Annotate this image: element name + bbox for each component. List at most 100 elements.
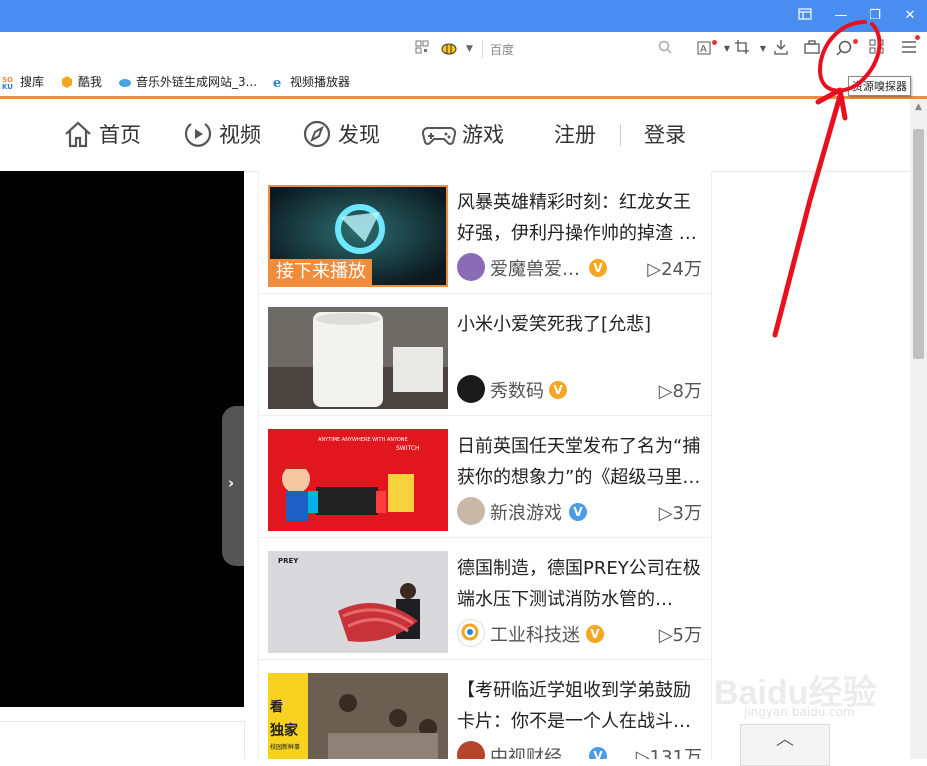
avatar[interactable]: [457, 741, 485, 759]
list-item[interactable]: 小米小爱笑死我了[允悲] 秀数码 V ▷8万: [259, 293, 711, 416]
baidu-jingyan-watermark: Baidu经验 jingyan.baidu.com: [714, 665, 904, 725]
page-scrollbar[interactable]: ▲: [910, 99, 927, 759]
bookmark-label: 搜库: [20, 75, 45, 89]
avatar[interactable]: [457, 619, 485, 647]
video-author[interactable]: 中视财经 V ▷131万: [457, 741, 702, 759]
author-name[interactable]: 新浪游戏: [490, 499, 562, 525]
bookmark-music-link[interactable]: 音乐外链生成网站_3...: [118, 73, 257, 90]
bookmark-video-player[interactable]: e 视频播放器: [272, 73, 350, 91]
bookmark-kuwo[interactable]: 酷我: [60, 73, 102, 90]
nav-discover-label: 发现: [338, 123, 380, 147]
menu-icon[interactable]: [898, 35, 920, 59]
back-to-top-button[interactable]: ︿: [740, 724, 830, 766]
resource-sniffer-tooltip: 资源嗅探器: [848, 76, 911, 96]
chevron-right-icon: ›: [228, 474, 235, 492]
music-link-icon: [118, 75, 132, 89]
video-thumbnail[interactable]: ANYTIME ANYWHERE WITH ANYONE SWITCH: [268, 429, 448, 531]
crop-screenshot-icon[interactable]: [731, 39, 753, 59]
nav-video-label: 视频: [219, 123, 261, 147]
scroll-up-icon[interactable]: ▲: [910, 99, 927, 116]
author-name[interactable]: 中视财经: [490, 743, 562, 759]
engine-dropdown-icon[interactable]: ▼: [466, 40, 473, 58]
player-expand-handle[interactable]: ›: [222, 406, 244, 566]
verified-badge: V: [589, 747, 607, 759]
close-button[interactable]: ✕: [902, 8, 918, 24]
gamepad-icon: [421, 120, 457, 153]
home-icon: [63, 120, 93, 153]
compass-icon: [302, 120, 332, 153]
video-title[interactable]: 小米小爱笑死我了[允悲]: [457, 309, 702, 371]
video-thumbnail[interactable]: PREY: [268, 551, 448, 653]
restore-layout-icon[interactable]: [797, 8, 813, 24]
minimize-button[interactable]: —: [833, 8, 849, 24]
avatar[interactable]: [457, 253, 485, 281]
nav-game-label: 游戏: [462, 123, 504, 147]
nav-home[interactable]: 首页: [63, 119, 141, 153]
scrollbar-thumb[interactable]: [913, 129, 924, 359]
search-engine-bee-icon[interactable]: [440, 40, 458, 61]
avatar[interactable]: [457, 375, 485, 403]
author-name[interactable]: 工业科技迷: [490, 621, 580, 647]
translate-tool-icon[interactable]: A: [695, 39, 717, 59]
video-thumbnail[interactable]: [268, 307, 448, 409]
maximize-button[interactable]: ❐: [867, 8, 883, 24]
video-title[interactable]: 日前英国任天堂发布了名为“捕获你的想象力”的《超级马里…: [457, 431, 702, 493]
login-link[interactable]: 登录: [644, 119, 686, 149]
bookmark-soku[interactable]: SO KU 搜库: [2, 73, 45, 91]
bookmark-label: 音乐外链生成网站_3...: [136, 75, 258, 89]
list-item[interactable]: PREY 德国制造，德国PREY公司在极端水压下测试消防水管的… 工业科技迷 V…: [259, 537, 711, 660]
play-count: ▷24万: [647, 259, 702, 280]
video-title[interactable]: 德国制造，德国PREY公司在极端水压下测试消防水管的…: [457, 553, 702, 615]
page-content: 首页 视频 发现 游戏 注册 登录 › 接下来播放 风暴英雄精彩时刻：红龙女王好…: [0, 99, 910, 759]
apps-grid-icon[interactable]: [866, 39, 888, 59]
video-author[interactable]: 工业科技迷 V ▷5万: [457, 619, 702, 649]
verified-badge: V: [586, 625, 604, 643]
nav-game[interactable]: 游戏: [421, 119, 504, 153]
qr-code-icon[interactable]: [415, 40, 429, 59]
video-thumbnail[interactable]: 接下来播放: [268, 185, 448, 287]
video-title[interactable]: 【考研临近学姐收到学弟鼓励卡片：你不是一个人在战斗…: [457, 675, 702, 737]
list-item[interactable]: ANYTIME ANYWHERE WITH ANYONE SWITCH 日前英国…: [259, 415, 711, 538]
list-item[interactable]: 看 独家 校园新鲜事 【考研临近学姐收到学弟鼓励卡片：你不是一个人在战斗… 中视…: [259, 659, 711, 759]
search-icon[interactable]: [658, 40, 672, 59]
video-author[interactable]: 爱魔兽爱… V ▷24万: [457, 253, 702, 283]
register-link[interactable]: 注册: [554, 119, 596, 149]
avatar[interactable]: [457, 497, 485, 525]
video-author[interactable]: 秀数码 V ▷8万: [457, 375, 702, 405]
thumb-banner-text: ANYTIME ANYWHERE WITH ANYONE: [318, 437, 408, 443]
download-icon[interactable]: [770, 39, 792, 59]
ie-icon: e: [272, 75, 286, 91]
svg-text:e: e: [273, 76, 281, 89]
video-author[interactable]: 新浪游戏 V ▷3万: [457, 497, 702, 527]
video-title[interactable]: 风暴英雄精彩时刻：红龙女王好强，伊利丹操作帅的掉渣 …: [457, 187, 702, 249]
kuwo-icon: [60, 75, 74, 89]
watermark-url: jingyan.baidu.com: [744, 705, 855, 719]
next-up-label: 接下来播放: [270, 259, 372, 285]
play-count: ▷131万: [635, 747, 702, 759]
verified-badge: V: [589, 259, 607, 277]
video-thumbnail[interactable]: 看 独家 校园新鲜事: [268, 673, 448, 759]
nav-video[interactable]: 视频: [183, 119, 261, 153]
verified-badge: V: [569, 503, 587, 521]
search-divider: [482, 40, 483, 58]
play-count: ▷5万: [658, 625, 702, 646]
author-name[interactable]: 爱魔兽爱…: [490, 255, 580, 281]
search-input[interactable]: 百度: [490, 41, 514, 58]
list-item[interactable]: 接下来播放 风暴英雄精彩时刻：红龙女王好强，伊利丹操作帅的掉渣 … 爱魔兽爱… …: [259, 171, 711, 294]
video-player[interactable]: ›: [0, 171, 244, 707]
toolbox-icon[interactable]: [801, 39, 823, 59]
nav-divider: [620, 124, 621, 146]
window-titlebar: — ❐ ✕: [0, 0, 927, 32]
author-name[interactable]: 秀数码: [490, 377, 544, 403]
address-toolbar: ▼ 百度 A ▼ ▼: [0, 32, 927, 67]
thumb-brand-text: SWITCH: [396, 445, 420, 452]
resource-sniffer-icon[interactable]: [834, 39, 858, 59]
svg-text:A: A: [700, 44, 707, 55]
svg-text:KU: KU: [2, 83, 13, 89]
player-info-box: [0, 721, 245, 759]
bookmarks-bar: SO KU 搜库 酷我 音乐外链生成网站_3... e 视频播放器: [0, 66, 927, 99]
related-video-feed: 接下来播放 风暴英雄精彩时刻：红龙女王好强，伊利丹操作帅的掉渣 … 爱魔兽爱… …: [258, 171, 712, 759]
verified-badge: V: [549, 381, 567, 399]
nav-discover[interactable]: 发现: [302, 119, 380, 153]
video-play-icon: [183, 120, 213, 153]
